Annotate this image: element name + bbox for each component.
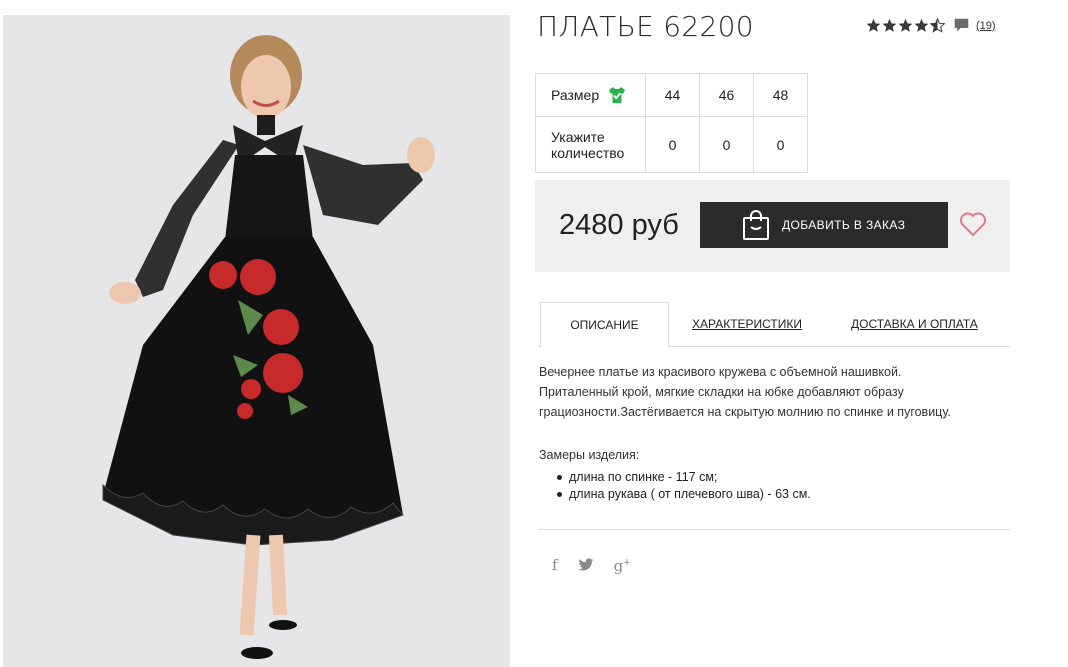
list-item: длина по спинке - 117 см; xyxy=(557,469,811,486)
star-icon[interactable] xyxy=(882,18,897,33)
quantity-input-48[interactable]: 0 xyxy=(753,116,808,173)
size-option-44[interactable]: 44 xyxy=(645,73,700,117)
facebook-icon[interactable]: f xyxy=(552,555,558,575)
shopping-bag-icon xyxy=(743,210,769,240)
tab-description[interactable]: ОПИСАНИЕ xyxy=(540,302,669,348)
rating-widget[interactable]: (19) xyxy=(866,17,996,34)
size-label: Размер xyxy=(551,87,600,103)
add-to-order-button[interactable]: ДОБАВИТЬ В ЗАКАЗ xyxy=(700,202,948,248)
tab-characteristics[interactable]: ХАРАКТЕРИСТИКИ xyxy=(692,302,802,347)
size-quantity-table: Размер 44 46 48 Укажите количество 0 0 0 xyxy=(535,73,808,173)
size-label-cell: Размер xyxy=(535,73,646,117)
tab-delivery-payment[interactable]: ДОСТАВКА И ОПЛАТА xyxy=(851,302,978,347)
add-to-order-label: ДОБАВИТЬ В ЗАКАЗ xyxy=(782,218,906,232)
buy-box: 2480 руб ДОБАВИТЬ В ЗАКАЗ xyxy=(535,180,1010,272)
google-plus-sup: + xyxy=(623,558,631,568)
measures-list: длина по спинке - 117 см; длина рукава (… xyxy=(557,469,811,503)
heart-icon[interactable] xyxy=(959,211,987,237)
quantity-input-46[interactable]: 0 xyxy=(699,116,754,173)
measures-title: Замеры изделия: xyxy=(539,448,640,462)
rating-stars[interactable] xyxy=(866,18,945,33)
review-count-link[interactable]: (19) xyxy=(976,20,996,32)
size-option-46[interactable]: 46 xyxy=(699,73,754,117)
product-title: ПЛАТЬЕ 62200 xyxy=(537,10,754,43)
google-plus-icon[interactable]: g+ xyxy=(614,553,631,576)
shirt-check-icon[interactable] xyxy=(607,85,627,105)
product-price: 2480 руб xyxy=(559,209,679,241)
product-tabs: ОПИСАНИЕ ХАРАКТЕРИСТИКИ ДОСТАВКА И ОПЛАТ… xyxy=(538,302,1010,348)
quantity-input-44[interactable]: 0 xyxy=(645,116,700,173)
size-option-48[interactable]: 48 xyxy=(753,73,808,117)
quantity-label-cell: Укажите количество xyxy=(535,116,646,173)
list-item: длина рукава ( от плечевого шва) - 63 см… xyxy=(557,486,811,503)
product-photo[interactable] xyxy=(3,15,510,667)
description-line: Приталенный крой, мягкие складки на юбке… xyxy=(539,385,904,399)
twitter-icon[interactable] xyxy=(578,558,594,572)
quantity-label-line2: количество xyxy=(551,144,625,161)
comment-icon[interactable] xyxy=(953,17,970,34)
google-plus-letter: g xyxy=(613,557,624,575)
star-half-icon[interactable] xyxy=(930,18,945,33)
divider xyxy=(538,529,1010,530)
star-icon[interactable] xyxy=(866,18,881,33)
star-icon[interactable] xyxy=(898,18,913,33)
product-description: Вечернее платье из красивого кружева с о… xyxy=(539,362,1009,422)
star-icon[interactable] xyxy=(914,18,929,33)
quantity-label-line1: Укажите xyxy=(551,128,605,145)
description-line: грациозности.Застёгивается на скрытую мо… xyxy=(539,405,951,419)
description-line: Вечернее платье из красивого кружева с о… xyxy=(539,365,902,379)
social-share: f g+ xyxy=(552,553,631,576)
